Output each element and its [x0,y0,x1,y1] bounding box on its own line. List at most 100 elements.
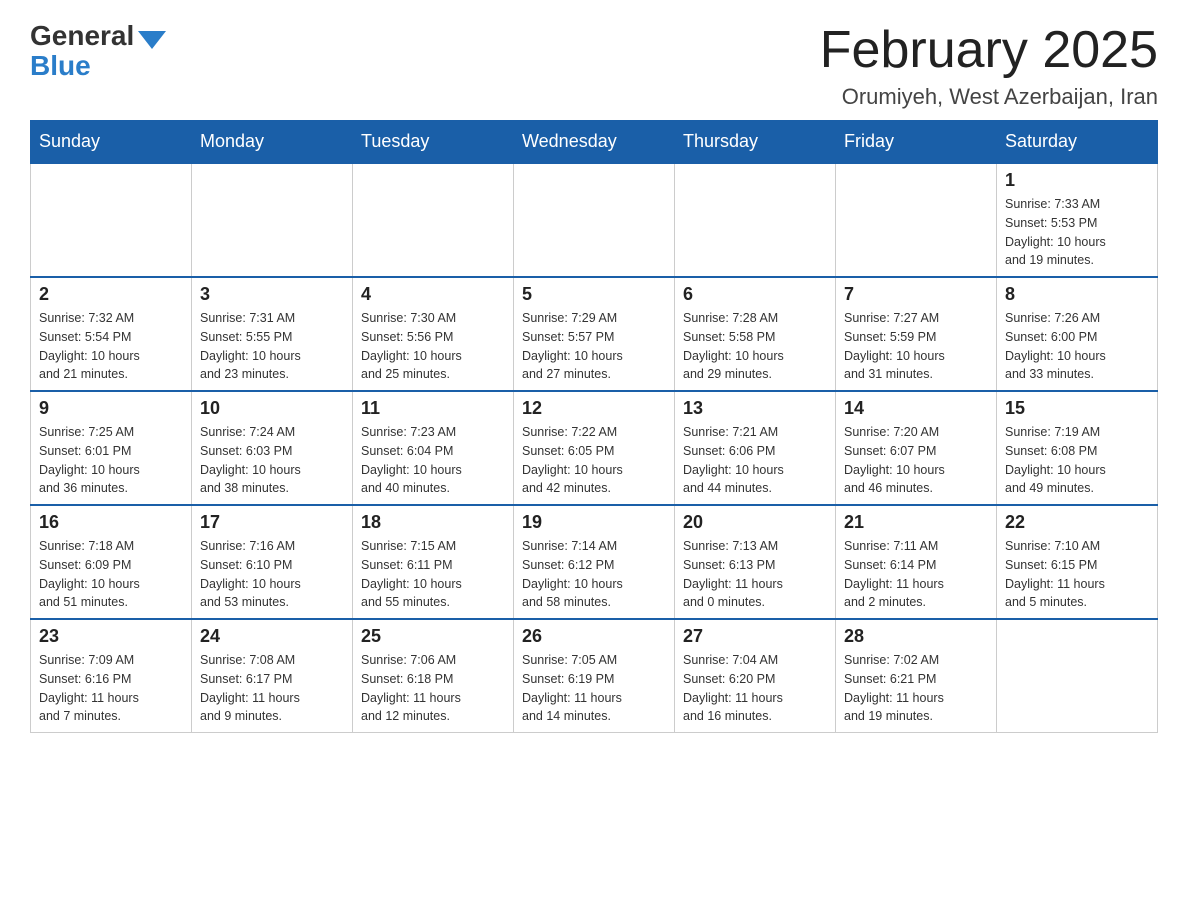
logo-general-text: General [30,20,134,52]
calendar-cell: 1 Sunrise: 7:33 AM Sunset: 5:53 PM Daylig… [997,163,1158,277]
calendar-cell: 6 Sunrise: 7:28 AM Sunset: 5:58 PM Daylig… [675,277,836,391]
calendar-cell [836,163,997,277]
day-number: 10 [200,398,344,419]
day-number: 11 [361,398,505,419]
calendar-cell: 26 Sunrise: 7:05 AM Sunset: 6:19 PM Dayli… [514,619,675,733]
week-row-5: 23Sunrise: 7:09 AM Sunset: 6:16 PM Dayli… [31,619,1158,733]
day-number: 5 [522,284,666,305]
day-info: Sunrise: 7:16 AM Sunset: 6:10 PM Dayligh… [200,537,344,612]
day-info: Sunrise: 7:14 AM Sunset: 6:12 PM Dayligh… [522,537,666,612]
calendar-cell: 21 Sunrise: 7:11 AM Sunset: 6:14 PM Dayli… [836,505,997,619]
week-row-1: 1 Sunrise: 7:33 AM Sunset: 5:53 PM Daylig… [31,163,1158,277]
calendar-cell: 25Sunrise: 7:06 AM Sunset: 6:18 PM Dayli… [353,619,514,733]
day-number: 3 [200,284,344,305]
day-number: 15 [1005,398,1149,419]
calendar-cell [192,163,353,277]
calendar-cell [675,163,836,277]
day-info: Sunrise: 7:11 AM Sunset: 6:14 PM Dayligh… [844,537,988,612]
day-number: 28 [844,626,988,647]
calendar-cell: 20 Sunrise: 7:13 AM Sunset: 6:13 PM Dayli… [675,505,836,619]
calendar-cell: 15 Sunrise: 7:19 AM Sunset: 6:08 PM Dayli… [997,391,1158,505]
day-info: Sunrise: 7:13 AM Sunset: 6:13 PM Dayligh… [683,537,827,612]
day-info: Sunrise: 7:06 AM Sunset: 6:18 PM Dayligh… [361,651,505,726]
day-number: 2 [39,284,183,305]
day-info: Sunrise: 7:31 AM Sunset: 5:55 PM Dayligh… [200,309,344,384]
calendar-cell: 19 Sunrise: 7:14 AM Sunset: 6:12 PM Dayli… [514,505,675,619]
day-info: Sunrise: 7:24 AM Sunset: 6:03 PM Dayligh… [200,423,344,498]
calendar-header-saturday: Saturday [997,121,1158,164]
day-info: Sunrise: 7:26 AM Sunset: 6:00 PM Dayligh… [1005,309,1149,384]
day-info: Sunrise: 7:29 AM Sunset: 5:57 PM Dayligh… [522,309,666,384]
calendar-cell: 16 Sunrise: 7:18 AM Sunset: 6:09 PM Dayli… [31,505,192,619]
main-title: February 2025 [820,20,1158,80]
calendar-header-thursday: Thursday [675,121,836,164]
calendar-cell: 9Sunrise: 7:25 AM Sunset: 6:01 PM Daylig… [31,391,192,505]
calendar-cell: 12Sunrise: 7:22 AM Sunset: 6:05 PM Dayli… [514,391,675,505]
day-number: 24 [200,626,344,647]
calendar-header-tuesday: Tuesday [353,121,514,164]
day-info: Sunrise: 7:21 AM Sunset: 6:06 PM Dayligh… [683,423,827,498]
day-info: Sunrise: 7:23 AM Sunset: 6:04 PM Dayligh… [361,423,505,498]
calendar-cell: 5 Sunrise: 7:29 AM Sunset: 5:57 PM Daylig… [514,277,675,391]
calendar-cell: 8 Sunrise: 7:26 AM Sunset: 6:00 PM Daylig… [997,277,1158,391]
calendar-cell: 27Sunrise: 7:04 AM Sunset: 6:20 PM Dayli… [675,619,836,733]
calendar-cell [353,163,514,277]
day-info: Sunrise: 7:27 AM Sunset: 5:59 PM Dayligh… [844,309,988,384]
day-number: 8 [1005,284,1149,305]
calendar-cell: 7Sunrise: 7:27 AM Sunset: 5:59 PM Daylig… [836,277,997,391]
day-info: Sunrise: 7:28 AM Sunset: 5:58 PM Dayligh… [683,309,827,384]
calendar-header-wednesday: Wednesday [514,121,675,164]
day-info: Sunrise: 7:33 AM Sunset: 5:53 PM Dayligh… [1005,195,1149,270]
day-number: 6 [683,284,827,305]
day-info: Sunrise: 7:08 AM Sunset: 6:17 PM Dayligh… [200,651,344,726]
logo-arrow-icon [138,31,166,49]
day-number: 26 [522,626,666,647]
day-number: 21 [844,512,988,533]
logo: General Blue [30,20,166,82]
week-row-2: 2 Sunrise: 7:32 AM Sunset: 5:54 PM Daylig… [31,277,1158,391]
calendar-cell: 22 Sunrise: 7:10 AM Sunset: 6:15 PM Dayli… [997,505,1158,619]
calendar-cell: 17 Sunrise: 7:16 AM Sunset: 6:10 PM Dayli… [192,505,353,619]
day-info: Sunrise: 7:02 AM Sunset: 6:21 PM Dayligh… [844,651,988,726]
week-row-4: 16 Sunrise: 7:18 AM Sunset: 6:09 PM Dayli… [31,505,1158,619]
subtitle: Orumiyeh, West Azerbaijan, Iran [820,84,1158,110]
day-number: 14 [844,398,988,419]
page-header: General Blue February 2025 Orumiyeh, Wes… [30,20,1158,110]
day-number: 17 [200,512,344,533]
calendar-cell: 18Sunrise: 7:15 AM Sunset: 6:11 PM Dayli… [353,505,514,619]
day-info: Sunrise: 7:30 AM Sunset: 5:56 PM Dayligh… [361,309,505,384]
calendar-cell: 2 Sunrise: 7:32 AM Sunset: 5:54 PM Daylig… [31,277,192,391]
calendar-cell: 24 Sunrise: 7:08 AM Sunset: 6:17 PM Dayli… [192,619,353,733]
logo-blue-text: Blue [30,50,91,82]
day-info: Sunrise: 7:10 AM Sunset: 6:15 PM Dayligh… [1005,537,1149,612]
day-number: 1 [1005,170,1149,191]
day-number: 23 [39,626,183,647]
day-number: 16 [39,512,183,533]
calendar-cell: 14Sunrise: 7:20 AM Sunset: 6:07 PM Dayli… [836,391,997,505]
calendar-header-friday: Friday [836,121,997,164]
calendar-cell: 10 Sunrise: 7:24 AM Sunset: 6:03 PM Dayli… [192,391,353,505]
calendar-cell: 4 Sunrise: 7:30 AM Sunset: 5:56 PM Daylig… [353,277,514,391]
day-number: 19 [522,512,666,533]
day-info: Sunrise: 7:32 AM Sunset: 5:54 PM Dayligh… [39,309,183,384]
day-info: Sunrise: 7:22 AM Sunset: 6:05 PM Dayligh… [522,423,666,498]
day-number: 20 [683,512,827,533]
day-number: 13 [683,398,827,419]
day-info: Sunrise: 7:05 AM Sunset: 6:19 PM Dayligh… [522,651,666,726]
calendar-cell: 13 Sunrise: 7:21 AM Sunset: 6:06 PM Dayli… [675,391,836,505]
day-info: Sunrise: 7:18 AM Sunset: 6:09 PM Dayligh… [39,537,183,612]
calendar-cell [514,163,675,277]
day-number: 27 [683,626,827,647]
calendar-table: SundayMondayTuesdayWednesdayThursdayFrid… [30,120,1158,733]
day-number: 4 [361,284,505,305]
day-info: Sunrise: 7:19 AM Sunset: 6:08 PM Dayligh… [1005,423,1149,498]
day-number: 18 [361,512,505,533]
calendar-header-sunday: Sunday [31,121,192,164]
calendar-cell: 23Sunrise: 7:09 AM Sunset: 6:16 PM Dayli… [31,619,192,733]
calendar-cell [31,163,192,277]
week-row-3: 9Sunrise: 7:25 AM Sunset: 6:01 PM Daylig… [31,391,1158,505]
calendar-cell: 28 Sunrise: 7:02 AM Sunset: 6:21 PM Dayli… [836,619,997,733]
day-number: 22 [1005,512,1149,533]
calendar-cell: 3 Sunrise: 7:31 AM Sunset: 5:55 PM Daylig… [192,277,353,391]
day-info: Sunrise: 7:25 AM Sunset: 6:01 PM Dayligh… [39,423,183,498]
